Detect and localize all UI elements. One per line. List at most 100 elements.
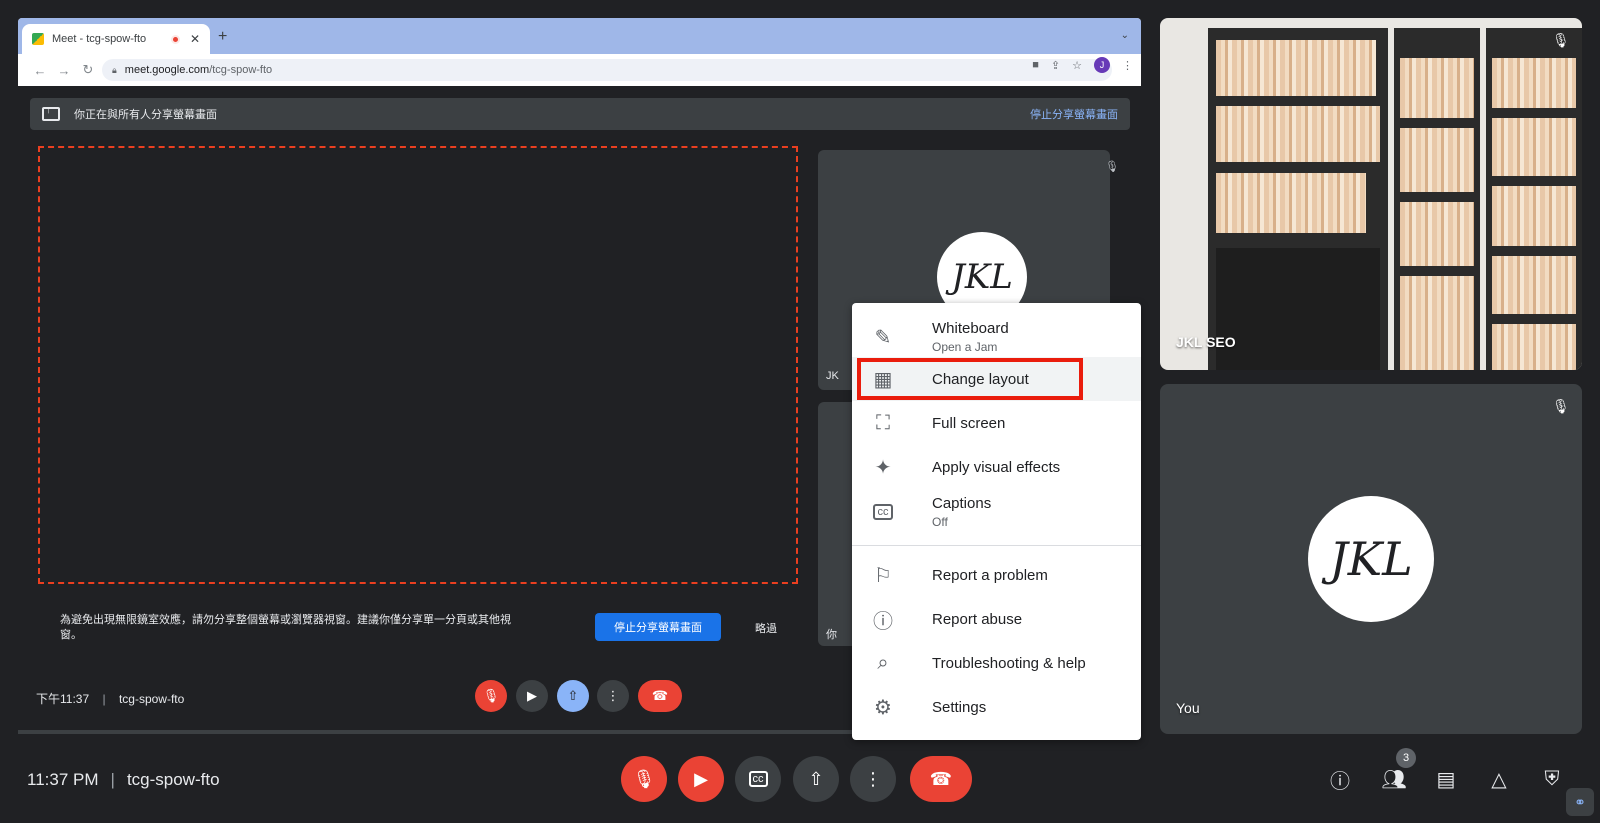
browser-menu-icon[interactable]: ⋮ xyxy=(1122,59,1133,72)
inner-meeting-code: tcg-spow-fto xyxy=(118,692,185,706)
menu-item-captions[interactable]: cc Captions Off xyxy=(852,487,1141,537)
present-screen-icon: ⇧ xyxy=(808,768,824,789)
browser-chrome: Meet - tcg-spow-fto ✕ + ⌄ ← → ↻ 🔒︎ meet.… xyxy=(18,18,1141,86)
lock-icon: 🔒︎ xyxy=(112,64,117,75)
profile-avatar[interactable]: J xyxy=(1094,57,1110,73)
recording-dot-icon xyxy=(170,34,180,44)
menu-item-troubleshooting[interactable]: ⌕ Troubleshooting & help xyxy=(852,641,1141,685)
menu-item-visual-effects[interactable]: ✦ Apply visual effects xyxy=(852,445,1141,489)
toolbar-icons: ■ ⇪ ☆ J ⋮ xyxy=(1032,57,1133,73)
inner-present-icon: ⇧ xyxy=(557,680,589,712)
menu-label: Report abuse xyxy=(932,610,1023,628)
new-tab-button[interactable]: + xyxy=(218,28,227,46)
camera-off-icon: ▶ xyxy=(694,768,708,789)
self-name: You xyxy=(1176,700,1200,716)
inner-meeting-info: 下午11:37 | tcg-spow-fto xyxy=(36,690,184,707)
inner-self-label: 你 xyxy=(826,629,837,641)
inner-tile-label: JK xyxy=(826,370,839,382)
meet-favicon-icon xyxy=(32,33,44,45)
menu-label: Troubleshooting & help xyxy=(932,654,1086,672)
more-options-button[interactable]: ⋮ xyxy=(850,756,896,802)
menu-label: Full screen xyxy=(932,414,1006,432)
present-screen-icon xyxy=(42,105,60,121)
report-abuse-icon: ⓘ xyxy=(873,610,893,633)
stop-sharing-link[interactable]: 停止分享螢幕畫面 xyxy=(1030,106,1118,122)
inner-separator: | xyxy=(102,692,106,706)
menu-label: Report a problem xyxy=(932,566,1048,584)
menu-sublabel: Off xyxy=(932,515,948,529)
menu-sublabel: Open a Jam xyxy=(932,340,998,354)
current-time: 11:37 PM xyxy=(27,770,99,789)
tab-search-chevron-icon[interactable]: ⌄ xyxy=(1121,30,1129,41)
infinite-mirror-placeholder xyxy=(38,146,798,584)
meeting-info: 11:37 PM | tcg-spow-fto xyxy=(27,770,220,790)
inner-leave-icon: ☎ xyxy=(638,680,682,712)
chat-icon[interactable]: ▤ xyxy=(1432,765,1460,793)
extension-icon[interactable]: ⚭ xyxy=(1566,788,1594,816)
mic-toggle-button[interactable]: 🎙︎ xyxy=(621,756,667,802)
meeting-code: tcg-spow-fto xyxy=(126,770,220,789)
skip-button[interactable]: 略過 xyxy=(755,620,777,636)
reload-icon[interactable]: ↻ xyxy=(76,62,100,78)
sharing-notice-bar: 你正在與所有人分享螢幕畫面 停止分享螢幕畫面 xyxy=(30,98,1130,130)
browser-toolbar: ← → ↻ 🔒︎ meet.google.com/tcg-spow-fto ■ … xyxy=(18,54,1141,86)
host-controls-shield-icon[interactable]: ⛨ xyxy=(1538,765,1566,793)
tab-close-icon[interactable]: ✕ xyxy=(190,32,200,46)
menu-label: Captions xyxy=(932,495,992,512)
meeting-details-icon[interactable]: ⓘ xyxy=(1326,765,1354,793)
inner-stop-sharing-button[interactable]: 停止分享螢幕畫面 xyxy=(595,613,721,641)
pen-icon: ✎ xyxy=(874,326,892,349)
sparkle-icon: ✦ xyxy=(874,456,892,479)
camera-toggle-button[interactable]: ▶ xyxy=(678,756,724,802)
browser-tab-strip: Meet - tcg-spow-fto ✕ + ⌄ xyxy=(18,18,1141,54)
self-mic-off-icon: 🎙︎ xyxy=(1552,398,1570,414)
inner-camera-icon: ▶ xyxy=(516,680,548,712)
menu-label: Whiteboard xyxy=(932,320,1009,337)
url-host: meet.google.com xyxy=(124,64,210,76)
forward-icon[interactable]: → xyxy=(52,63,76,78)
report-problem-icon: ⚐ xyxy=(874,564,892,587)
menu-item-whiteboard[interactable]: ✎ Whiteboard Open a Jam xyxy=(852,315,1141,359)
menu-divider xyxy=(852,545,1141,546)
menu-item-full-screen[interactable]: ⛶ Full screen xyxy=(852,401,1141,445)
inner-more-icon: ⋮ xyxy=(597,680,629,712)
menu-label: Settings xyxy=(932,698,987,716)
mic-off-icon: 🎙︎ xyxy=(1105,161,1119,173)
menu-item-settings[interactable]: ⚙ Settings xyxy=(852,685,1141,729)
captions-icon: cc xyxy=(748,771,768,787)
address-bar[interactable]: 🔒︎ meet.google.com/tcg-spow-fto xyxy=(102,59,1112,81)
inner-time: 下午11:37 xyxy=(36,692,90,706)
camera-icon[interactable]: ■ xyxy=(1032,59,1039,71)
captions-button[interactable]: cc xyxy=(735,756,781,802)
remote-video-tile[interactable] xyxy=(1160,18,1582,370)
activities-icon[interactable]: △ xyxy=(1485,765,1513,793)
browser-tab[interactable]: Meet - tcg-spow-fto ✕ xyxy=(22,24,210,54)
mirror-warning-text: 為避免出現無限鏡室效應，請勿分享整個螢幕或瀏覽器視窗。建議你僅分享單一分頁或其他… xyxy=(60,614,511,641)
menu-label: Apply visual effects xyxy=(932,458,1061,476)
people-icon[interactable]: 👥︎ xyxy=(1380,765,1408,793)
tab-title: Meet - tcg-spow-fto xyxy=(52,33,147,45)
troubleshoot-icon: ⌕ xyxy=(877,651,889,674)
inner-mic-off-icon: 🎙︎ xyxy=(475,680,507,712)
remote-mic-off-icon: 🎙︎ xyxy=(1552,32,1570,48)
highlight-annotation-box xyxy=(857,358,1083,400)
sharing-notice-text: 你正在與所有人分享螢幕畫面 xyxy=(74,109,217,121)
mic-off-icon: 🎙︎ xyxy=(632,768,656,789)
present-button[interactable]: ⇧ xyxy=(793,756,839,802)
fullscreen-icon: ⛶ xyxy=(876,411,890,434)
back-icon[interactable]: ← xyxy=(28,63,52,78)
people-count-badge: 3 xyxy=(1396,748,1416,768)
more-vert-icon: ⋮ xyxy=(864,768,882,789)
gear-icon: ⚙ xyxy=(874,696,892,719)
captions-icon: cc xyxy=(873,504,893,520)
info-separator: | xyxy=(110,770,115,789)
remote-participant-name: JKL SEO xyxy=(1176,334,1236,350)
leave-call-button[interactable]: ☎ xyxy=(910,756,972,802)
bookmark-star-icon[interactable]: ☆ xyxy=(1072,59,1082,72)
menu-item-report-problem[interactable]: ⚐ Report a problem xyxy=(852,553,1141,597)
hang-up-icon: ☎ xyxy=(929,768,953,789)
menu-item-report-abuse[interactable]: ⓘ Report abuse xyxy=(852,597,1141,641)
url-path: /tcg-spow-fto xyxy=(209,64,273,76)
self-avatar: JKL xyxy=(1308,496,1434,622)
share-icon[interactable]: ⇪ xyxy=(1051,59,1060,72)
